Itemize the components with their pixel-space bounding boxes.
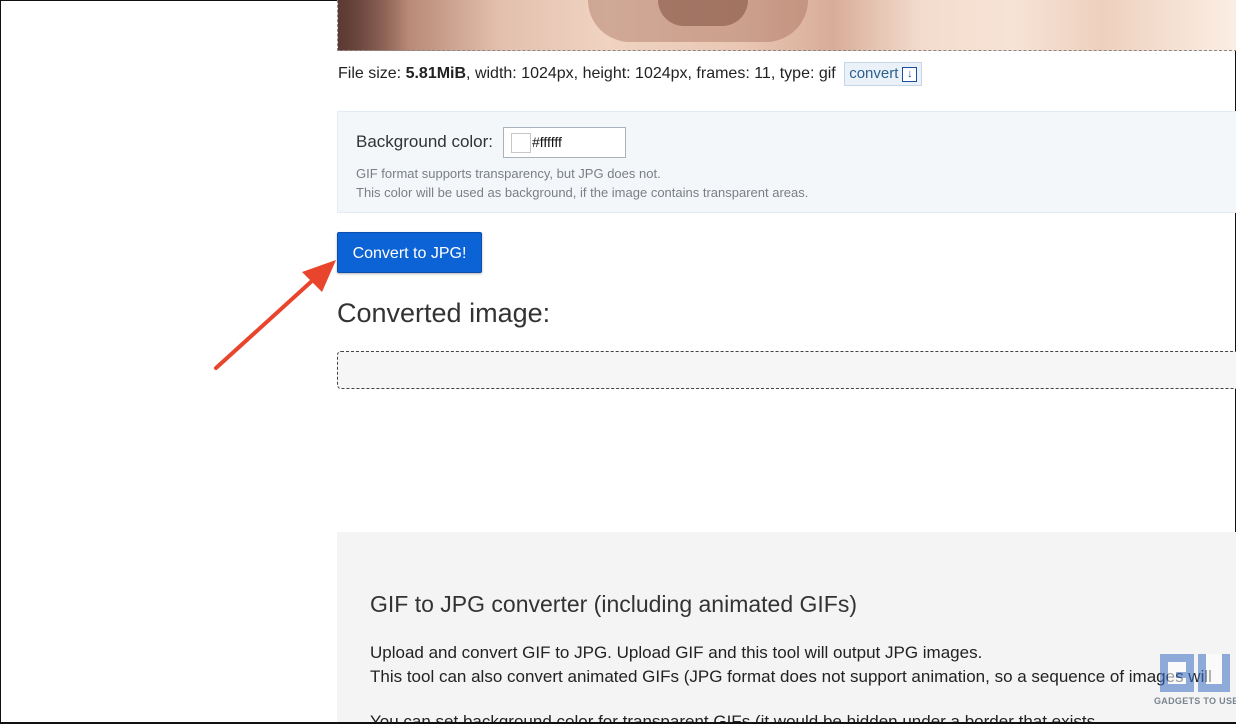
- annotation-arrow-icon: [214, 260, 336, 370]
- color-value: #ffffff: [532, 134, 562, 150]
- background-hint: This color will be used as background, i…: [356, 185, 809, 200]
- transparency-hint: GIF format supports transparency, but JP…: [356, 166, 661, 181]
- download-arrow-icon: ↓: [902, 67, 918, 82]
- conversion-options-panel: Background color: #ffffff GIF format sup…: [337, 111, 1236, 213]
- file-details: , width: 1024px, height: 1024px, frames:…: [466, 65, 836, 83]
- background-color-input[interactable]: #ffffff: [503, 127, 626, 158]
- info-heading: GIF to JPG converter (including animated…: [370, 591, 858, 617]
- info-section: GIF to JPG converter (including animated…: [337, 532, 1236, 722]
- info-paragraph: You can set background color for transpa…: [370, 712, 1096, 722]
- background-color-label: Background color:: [356, 132, 494, 151]
- gadgets-to-use-watermark: GADGETS TO USE: [1154, 652, 1236, 710]
- converted-image-heading: Converted image:: [337, 298, 551, 328]
- converted-image-placeholder: [337, 351, 1236, 389]
- color-swatch[interactable]: [511, 133, 531, 153]
- convert-to-jpg-button[interactable]: Convert to JPG!: [337, 232, 482, 273]
- gadgets-to-use-logo-icon: [1160, 654, 1230, 692]
- info-paragraph: Upload and convert GIF to JPG. Upload GI…: [370, 643, 983, 662]
- watermark-text: GADGETS TO USE: [1154, 696, 1236, 706]
- preview-shade: [338, 0, 408, 50]
- convert-dropdown-label: convert: [849, 65, 899, 82]
- file-info: File size: 5.81MiB, width: 1024px, heigh…: [338, 62, 923, 86]
- uploaded-gif-preview: [337, 0, 1236, 51]
- preview-shade: [658, 0, 748, 26]
- info-paragraph: This tool can also convert animated GIFs…: [370, 667, 1212, 686]
- convert-dropdown-button[interactable]: convert ↓: [844, 62, 923, 86]
- file-size-label: File size:: [338, 65, 406, 83]
- file-size-value: 5.81MiB: [405, 65, 467, 83]
